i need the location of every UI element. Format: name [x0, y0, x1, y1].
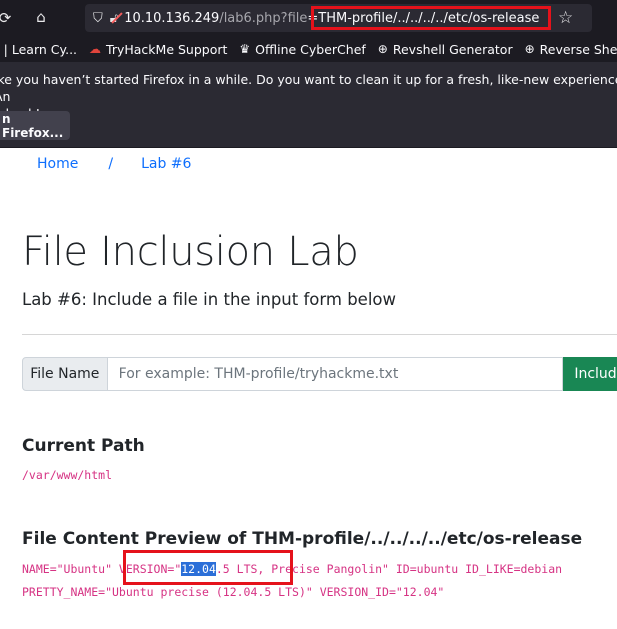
bookmark-item[interactable]: ⊕ Reverse Shell: [525, 42, 617, 57]
bookmark-item[interactable]: ♛ Offline CyberChef: [239, 42, 365, 57]
bookmark-star-icon[interactable]: ☆: [558, 8, 573, 28]
file-preview-heading: File Content Preview of THM-profile/../.…: [22, 529, 583, 549]
refresh-firefox-button[interactable]: n Firefox...: [0, 111, 70, 140]
url-param-highlight-box: [311, 6, 551, 30]
page-subtitle: Lab #6: Include a file in the input form…: [22, 290, 396, 309]
notification-text: ike you haven’t started Firefox in a whi…: [0, 72, 617, 121]
tryhackme-icon: ☁: [89, 42, 102, 56]
file-include-form: File Name Include: [22, 357, 617, 391]
file-name-input[interactable]: [107, 357, 564, 391]
breadcrumb: Home / Lab #6: [37, 156, 191, 172]
bookmarks-toolbar: e | Learn Cy... ☁ TryHackMe Support ♛ Offl…: [0, 36, 617, 62]
file-preview-line: PRETTY_NAME="Ubuntu precise (12.04.5 LTS…: [22, 585, 445, 599]
bookmark-item[interactable]: ⊕ Revshell Generator: [378, 42, 513, 57]
current-path-value: /var/www/html: [22, 468, 113, 482]
chef-icon: ♛: [239, 42, 251, 56]
insecure-lock-icon[interactable]: 🔓︎: [110, 11, 123, 26]
breadcrumb-current-link[interactable]: Lab #6: [141, 156, 191, 172]
divider: [22, 334, 617, 335]
globe-icon: ⊕: [377, 42, 388, 56]
breadcrumb-home-link[interactable]: Home: [37, 156, 78, 172]
shield-icon[interactable]: ⛉: [93, 11, 103, 26]
refresh-firefox-notification: ike you haven’t started Firefox in a whi…: [0, 62, 617, 148]
globe-icon: ⊕: [524, 42, 535, 56]
version-highlight-box: [123, 550, 293, 585]
forward-icon[interactable]: ⟳: [0, 9, 16, 27]
include-button[interactable]: Include: [563, 357, 617, 391]
breadcrumb-separator: /: [108, 156, 114, 172]
bookmark-item[interactable]: e | Learn Cy...: [0, 42, 77, 57]
file-name-label: File Name: [22, 357, 108, 391]
bookmark-item[interactable]: ☁ TryHackMe Support: [89, 42, 227, 57]
page-title: File Inclusion Lab: [22, 229, 359, 275]
home-icon[interactable]: ⌂: [30, 8, 52, 26]
current-path-heading: Current Path: [22, 436, 145, 456]
